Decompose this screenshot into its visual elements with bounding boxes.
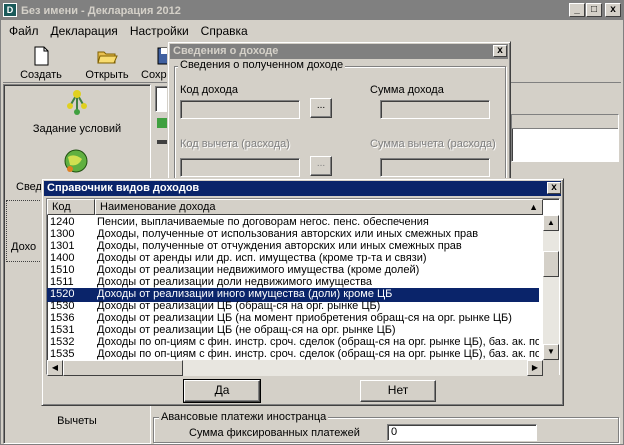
income-types-title: Справочник видов доходов	[47, 182, 200, 194]
advance-payments-title: Авансовые платежи иностранца	[159, 411, 329, 423]
income-amount-input[interactable]	[380, 100, 490, 119]
right-list-box	[511, 114, 619, 162]
scroll-right-button[interactable]: ▶	[527, 360, 543, 376]
create-label: Создать	[20, 69, 62, 81]
main-titlebar[interactable]: Без имени - Декларация 2012	[1, 1, 623, 20]
income-types-titlebar[interactable]: Справочник видов доходов	[44, 181, 561, 196]
income-dialog-titlebar[interactable]: Сведения о доходе	[170, 44, 508, 59]
column-header-code[interactable]: Код	[47, 199, 95, 215]
income-code-input[interactable]	[180, 100, 300, 119]
income-amount-label: Сумма дохода	[370, 84, 444, 96]
hscroll-thumb[interactable]	[63, 360, 183, 376]
app-icon[interactable]: D	[3, 3, 17, 17]
open-label: Открыть	[85, 69, 129, 81]
scroll-down-button[interactable]: ▼	[543, 344, 559, 360]
fixed-payments-label: Сумма фиксированных платежей	[189, 427, 360, 439]
deduction-code-browse-button: ...	[310, 156, 332, 176]
nav-income-label: Дохо	[11, 241, 37, 253]
deduction-code-input	[180, 158, 300, 177]
scroll-thumb[interactable]	[543, 251, 559, 277]
open-button[interactable]: Открыть	[79, 43, 135, 81]
cancel-button[interactable]: Нет	[360, 380, 436, 402]
minimize-button[interactable]: _	[569, 3, 585, 17]
income-types-list[interactable]: Код Наименование дохода ▲ 1240 Пенсии, вы…	[46, 198, 560, 376]
menu-declaration[interactable]: Декларация	[45, 24, 124, 38]
income-types-close-button[interactable]: x	[547, 182, 561, 194]
vertical-scrollbar[interactable]: ▲ ▼	[543, 215, 559, 360]
horizontal-scrollbar[interactable]: ◀ ▶	[47, 360, 543, 376]
create-button[interactable]: Создать	[13, 43, 69, 81]
menu-file[interactable]: Файл	[3, 24, 45, 38]
globe-icon	[64, 149, 88, 173]
income-dialog-title: Сведения о доходе	[173, 45, 279, 57]
income-dialog: Сведения о доходе x Сведения о полученно…	[167, 41, 511, 191]
menubar: Файл Декларация Настройки Справка	[3, 21, 621, 40]
fixed-payments-input[interactable]: 0	[387, 424, 537, 441]
sort-arrow-icon: ▲	[529, 202, 538, 212]
maximize-button[interactable]: □	[586, 3, 602, 17]
deduction-code-label: Код вычета (расхода)	[180, 138, 290, 150]
menu-help[interactable]: Справка	[195, 24, 254, 38]
scroll-up-button[interactable]: ▲	[543, 215, 559, 231]
column-header-name-label: Наименование дохода	[100, 201, 216, 213]
deduction-amount-label: Сумма вычета (расхода)	[370, 138, 496, 150]
tree-icon	[67, 90, 87, 115]
income-code-label: Код дохода	[180, 84, 238, 96]
income-group-title: Сведения о полученном доходе	[178, 59, 346, 71]
deduction-amount-input	[380, 158, 490, 177]
new-document-icon	[34, 46, 49, 66]
main-window: Без имени - Декларация 2012 D _ □ x Файл…	[0, 0, 624, 445]
ok-button[interactable]: Да	[183, 379, 261, 403]
income-code-browse-button[interactable]: ...	[310, 98, 332, 118]
save-label: Сохр	[141, 69, 167, 81]
rows-container: 1240 Пенсии, выплачиваемые по договорам н…	[47, 216, 543, 360]
nav-income[interactable]: Дохо	[6, 200, 46, 262]
close-button[interactable]: x	[605, 3, 621, 17]
scroll-left-button[interactable]: ◀	[47, 360, 63, 376]
income-dialog-close-button[interactable]: x	[493, 45, 507, 57]
menu-settings[interactable]: Настройки	[124, 24, 195, 38]
window-title: Без имени - Декларация 2012	[21, 4, 181, 17]
open-folder-icon	[97, 51, 118, 64]
column-header-name[interactable]: Наименование дохода ▲	[95, 199, 543, 215]
nav-conditions-label: Задание условий	[32, 123, 122, 135]
income-types-dialog: Справочник видов доходов x Код Наименова…	[41, 178, 564, 406]
nav-deductions-label[interactable]: Вычеты	[7, 415, 147, 427]
